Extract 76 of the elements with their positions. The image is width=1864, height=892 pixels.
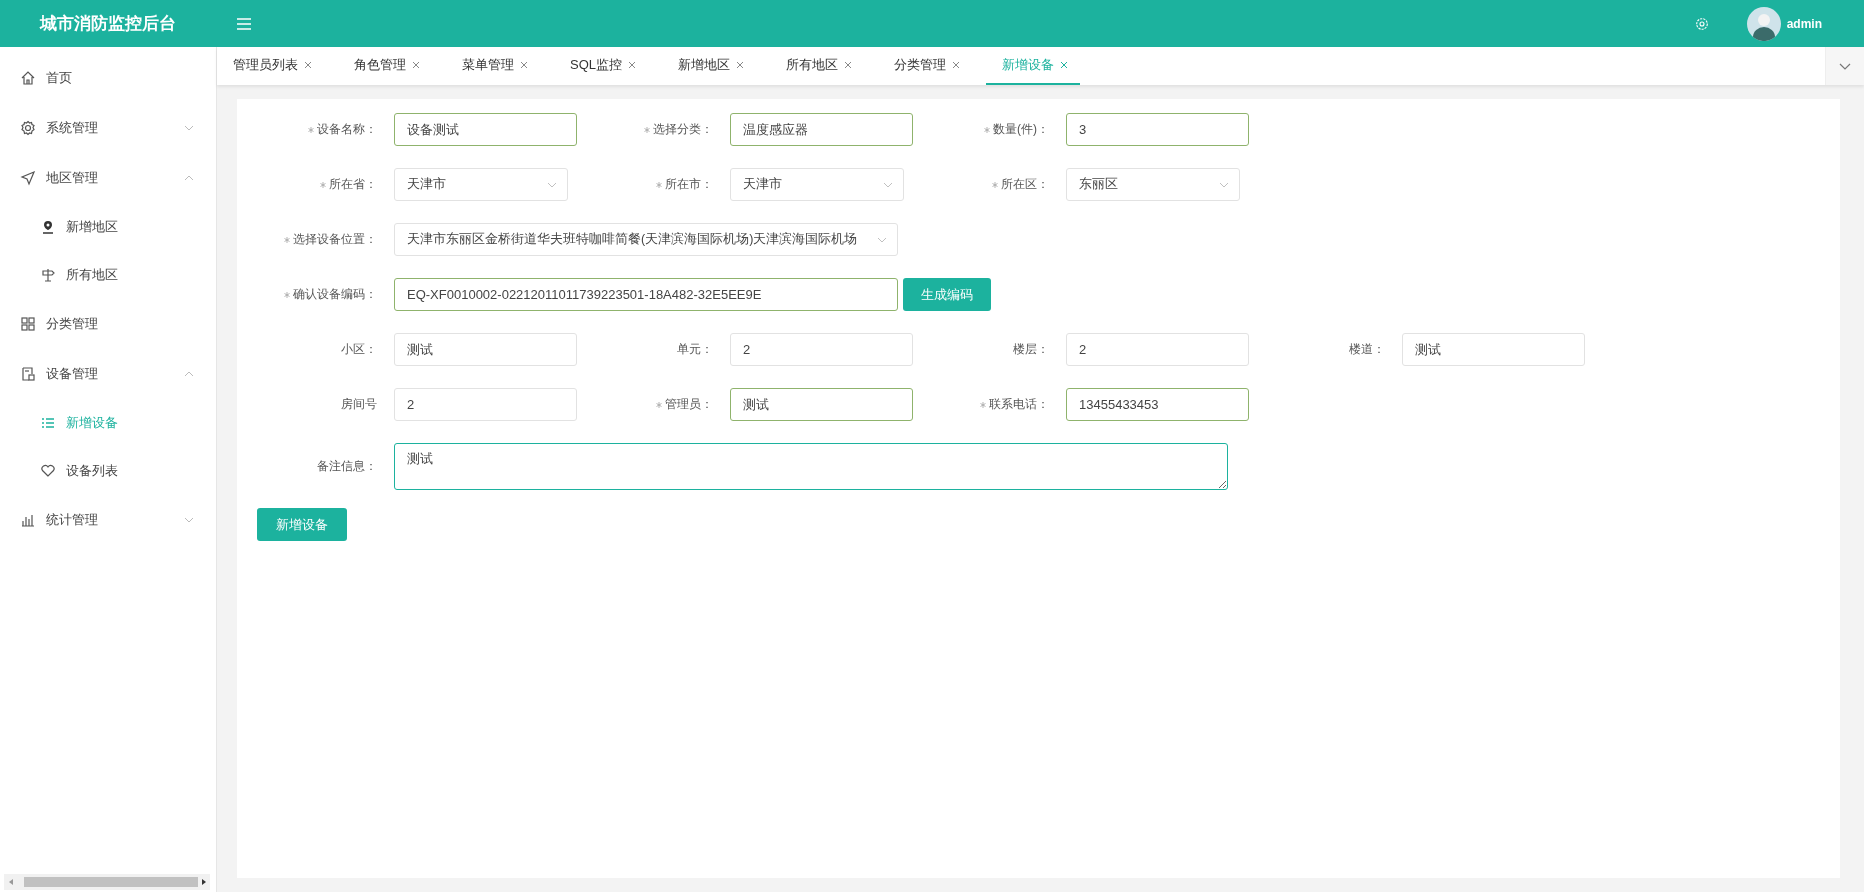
input-field[interactable]: 2 — [730, 333, 913, 366]
tab[interactable]: 菜单管理 — [446, 47, 540, 85]
sidebar-subitem[interactable]: 设备列表 — [0, 447, 216, 495]
input-field[interactable]: 测试 — [394, 333, 577, 366]
bar-chart-icon — [20, 512, 36, 528]
tab[interactable]: 角色管理 — [338, 47, 432, 85]
field-label: 联系电话： — [989, 396, 1049, 413]
navigation-icon — [20, 170, 36, 186]
document-icon — [20, 366, 36, 382]
close-icon[interactable] — [304, 61, 312, 69]
input-field[interactable]: 2 — [1066, 333, 1249, 366]
chevron-down-icon — [883, 181, 893, 188]
tab[interactable]: 所有地区 — [770, 47, 864, 85]
avatar[interactable] — [1746, 6, 1781, 41]
field-label: 所在省： — [329, 176, 377, 193]
heart-icon — [40, 463, 56, 479]
select-field[interactable]: 天津市东丽区金桥街道华夫班特咖啡简餐(天津滨海国际机场)天津滨海国际机场 — [394, 223, 898, 256]
select-field[interactable]: 天津市 — [394, 168, 568, 201]
pin-icon — [40, 219, 56, 235]
tab[interactable]: SQL监控 — [554, 47, 648, 85]
settings-icon[interactable] — [1694, 16, 1709, 31]
signpost-icon — [40, 267, 56, 283]
field-label: 备注信息： — [317, 458, 377, 475]
field-label: 房间号 — [341, 396, 377, 413]
select-field[interactable]: 天津市 — [730, 168, 904, 201]
close-icon[interactable] — [1060, 61, 1068, 69]
close-icon[interactable] — [412, 61, 420, 69]
field-label: 数量(件)： — [993, 121, 1049, 138]
grid-icon — [20, 316, 36, 332]
field-label: 管理员： — [665, 396, 713, 413]
sidebar-item[interactable]: 分类管理 — [0, 299, 216, 349]
tab[interactable]: 管理员列表 — [217, 47, 324, 85]
sidebar-item[interactable]: 系统管理 — [0, 103, 216, 153]
chevron-down-icon — [1219, 181, 1229, 188]
input-field[interactable]: 温度感应器 — [730, 113, 913, 146]
input-field[interactable]: 2 — [394, 388, 577, 421]
tab[interactable]: 新增地区 — [662, 47, 756, 85]
close-icon[interactable] — [628, 61, 636, 69]
sidebar-subitem[interactable]: 所有地区 — [0, 251, 216, 299]
input-field[interactable]: 13455433453 — [1066, 388, 1249, 421]
field-label: 小区： — [341, 341, 377, 358]
tab[interactable]: 分类管理 — [878, 47, 972, 85]
sidebar-item[interactable]: 设备管理 — [0, 349, 216, 399]
input-field[interactable]: 设备测试 — [394, 113, 577, 146]
close-icon[interactable] — [520, 61, 528, 69]
settings-icon — [20, 120, 36, 136]
chevron-down-icon — [547, 181, 557, 188]
chevron-down-icon — [877, 236, 887, 243]
input-field[interactable]: EQ-XF0010002-02212011011739223501-18A482-32E5EE9E — [394, 278, 898, 311]
sidebar-item[interactable]: 首页 — [0, 53, 216, 103]
field-label: 设备名称： — [317, 121, 377, 138]
chevron-down-icon — [1839, 62, 1851, 70]
field-label: 确认设备编码： — [293, 286, 377, 303]
scrollbar[interactable] — [4, 874, 210, 890]
input-field[interactable]: 3 — [1066, 113, 1249, 146]
field-label: 所在区： — [1001, 176, 1049, 193]
field-label: 单元： — [677, 341, 713, 358]
close-icon[interactable] — [844, 61, 852, 69]
list-icon — [40, 415, 56, 431]
input-field[interactable]: 测试 — [1402, 333, 1585, 366]
field-label: 楼层： — [1013, 341, 1049, 358]
sidebar-subitem[interactable]: 新增地区 — [0, 203, 216, 251]
select-field[interactable]: 东丽区 — [1066, 168, 1240, 201]
sidebar-item[interactable]: 统计管理 — [0, 495, 216, 545]
close-icon[interactable] — [736, 61, 744, 69]
close-icon[interactable] — [952, 61, 960, 69]
sidebar-item[interactable]: 地区管理 — [0, 153, 216, 203]
input-field[interactable]: 测试 — [730, 388, 913, 421]
text-area[interactable]: 测试 — [394, 443, 1228, 490]
field-label: 选择设备位置： — [293, 231, 377, 248]
app-title: 城市消防监控后台 — [40, 13, 176, 35]
field-label: 选择分类： — [653, 121, 713, 138]
home-icon — [20, 70, 36, 86]
field-label: 所在市： — [665, 176, 713, 193]
field-label: 楼道： — [1349, 341, 1385, 358]
menu-icon[interactable] — [236, 16, 252, 31]
